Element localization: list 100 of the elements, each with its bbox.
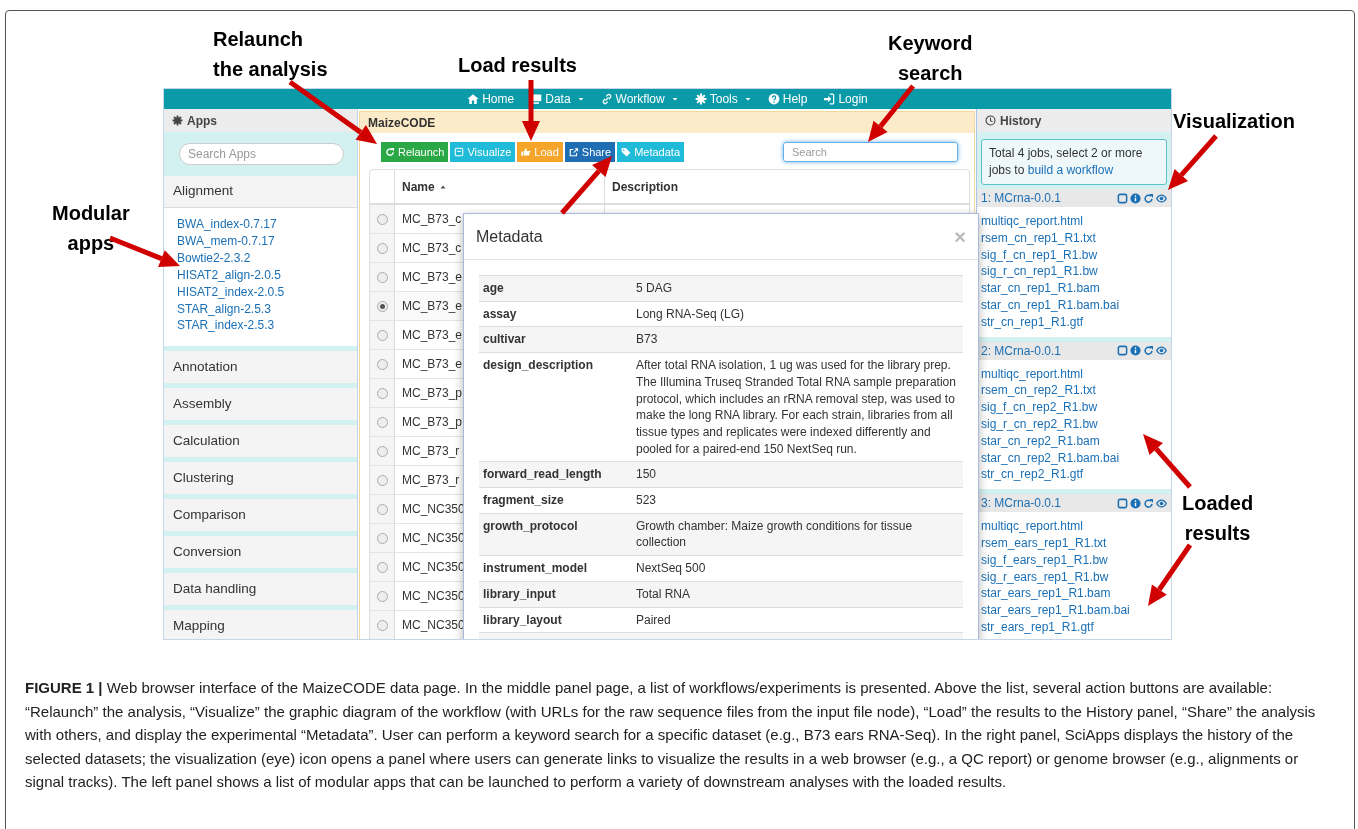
file-link[interactable]: str_cn_rep2_R1.gtf bbox=[981, 466, 1084, 484]
panel-header: MaizeCODE bbox=[360, 112, 974, 133]
radio-button[interactable] bbox=[376, 532, 388, 544]
category-header[interactable]: Calculation bbox=[164, 425, 357, 458]
nav-link[interactable]: Login bbox=[823, 90, 868, 108]
info-icon[interactable] bbox=[1130, 345, 1141, 357]
file-link[interactable]: star_cn_rep2_R1.bam.bai bbox=[981, 449, 1120, 467]
nav-link[interactable]: Workflow bbox=[600, 90, 679, 108]
table-cell-text: MC_B73_c bbox=[402, 211, 462, 228]
table-cell-text: B73 bbox=[635, 331, 659, 349]
category-header[interactable]: Mapping bbox=[164, 610, 357, 639]
table-cell-text: MC_B73_e bbox=[402, 356, 463, 373]
table-cell-text: fragment_size bbox=[482, 492, 565, 510]
file-link[interactable]: rsem_cn_rep1_R1.txt bbox=[981, 229, 1096, 247]
checkbox-icon[interactable] bbox=[1117, 345, 1128, 357]
radio-button[interactable] bbox=[376, 619, 388, 631]
table-cell-text: forward_read_length bbox=[482, 466, 603, 484]
file-link[interactable]: star_ears_rep1_R1.bam.bai bbox=[981, 602, 1130, 619]
table-cell-text: MC_B73_p bbox=[402, 414, 463, 431]
table-cell-text: assay bbox=[482, 305, 518, 323]
refresh-icon[interactable] bbox=[1143, 345, 1154, 357]
nav-link[interactable]: Home bbox=[467, 90, 515, 108]
app-link[interactable]: Bowtie2-2.3.2 bbox=[177, 249, 251, 267]
file-link[interactable]: rsem_cn_rep2_R1.txt bbox=[981, 382, 1096, 400]
file-link[interactable]: star_cn_rep1_R1.bam bbox=[981, 280, 1100, 297]
file-link[interactable]: sig_f_cn_rep1_R1.bw bbox=[981, 246, 1098, 264]
column-header[interactable]: Description bbox=[612, 177, 678, 196]
file-link[interactable]: star_cn_rep2_R1.bam bbox=[981, 432, 1100, 450]
nav-link[interactable]: Help bbox=[767, 90, 808, 108]
refresh-icon[interactable] bbox=[1143, 497, 1154, 509]
file-link[interactable]: multiqc_report.html bbox=[981, 518, 1084, 535]
file-link[interactable]: sig_r_ears_rep1_R1.bw bbox=[981, 568, 1109, 586]
checkbox-icon[interactable] bbox=[1117, 497, 1128, 509]
category-header[interactable]: Annotation bbox=[164, 351, 357, 384]
gear-icon bbox=[694, 93, 707, 105]
category-header[interactable]: Assembly bbox=[164, 388, 357, 421]
radio-button[interactable] bbox=[376, 387, 388, 399]
app-link[interactable]: STAR_index-2.5.3 bbox=[177, 317, 275, 335]
app-link[interactable]: HISAT2_index-2.0.5 bbox=[177, 283, 285, 301]
radio-button[interactable] bbox=[376, 474, 388, 486]
table-cell-text: 5 DAG bbox=[635, 280, 673, 297]
info-icon[interactable] bbox=[1130, 497, 1141, 509]
file-link[interactable]: str_ears_rep1_R1.gtf bbox=[981, 618, 1094, 636]
file-link[interactable]: star_cn_rep1_R1.bam.bai bbox=[981, 297, 1120, 314]
radio-button[interactable] bbox=[376, 300, 388, 312]
home-icon bbox=[467, 93, 480, 105]
category-header[interactable]: Data handling bbox=[164, 573, 357, 606]
radio-button[interactable] bbox=[376, 358, 388, 370]
toolbar-button[interactable]: Relaunch bbox=[381, 142, 449, 162]
toolbar-button[interactable]: Share bbox=[564, 142, 616, 162]
file-link[interactable]: sig_r_cn_rep1_R1.bw bbox=[981, 263, 1098, 281]
file-link[interactable]: sig_f_cn_rep2_R1.bw bbox=[981, 399, 1098, 416]
eye-icon[interactable] bbox=[1156, 192, 1167, 204]
refresh-icon[interactable] bbox=[1143, 192, 1154, 204]
radio-button[interactable] bbox=[376, 329, 388, 341]
radio-button[interactable] bbox=[376, 561, 388, 573]
table-cell-text: Paired bbox=[635, 611, 672, 629]
category-header[interactable]: Conversion bbox=[164, 536, 357, 569]
app-link[interactable]: BWA_index-0.7.17 bbox=[177, 216, 277, 233]
file-link[interactable]: multiqc_report.html bbox=[981, 213, 1084, 230]
search-field[interactable]: Search Apps bbox=[179, 143, 344, 165]
table-cell-text: MC_B73_e bbox=[402, 327, 463, 344]
search-field[interactable]: Search bbox=[783, 142, 958, 162]
table-cell-text: MC_B73_e bbox=[402, 269, 463, 286]
radio-button[interactable] bbox=[376, 445, 388, 457]
figure-caption: FIGURE 1 | Web browser interface of the MaizeCODE data page. In the middle panel page, a list of workflows/experiments is presented. Above the list, several action buttons are available: “Relaunch” the analysis, “Visualize” the graphic diagram of the workflow (with URLs for the raw sequence files from the input file node), “Load” the results to the History panel, “Share” the analysis with others, and display the experimental “Metadata”. User can perform a keyword search for a specific dataset (e.g., B73 ears RNA-Seq). In the right panel, SciApps displays the history of the selected datasets; the visualization (eye) icon opens a panel where users can generate links to visualize the results in a web browser (e.g., a QC report) or genome browser (e.g., alignments or signal tracks). The left panel shows a list of modular apps that can be launched to perform a variety of downstream analyses with the loaded results. bbox=[25, 678, 1317, 793]
nav-link[interactable]: Tools bbox=[694, 90, 752, 108]
file-link[interactable]: rsem_ears_rep1_R1.txt bbox=[981, 534, 1107, 552]
file-link[interactable]: sig_f_ears_rep1_R1.bw bbox=[981, 551, 1108, 569]
panel-header: Apps bbox=[164, 109, 357, 132]
window-icon bbox=[454, 147, 465, 157]
app-link[interactable]: HISAT2_align-2.0.5 bbox=[177, 266, 281, 284]
table-cell-text: design_description bbox=[482, 357, 595, 375]
hand-icon bbox=[521, 147, 532, 157]
table-cell-text: MC_NC350 bbox=[402, 530, 465, 547]
category-header[interactable]: Comparison bbox=[164, 499, 357, 532]
radio-button[interactable] bbox=[376, 213, 388, 225]
radio-button[interactable] bbox=[376, 590, 388, 602]
arrow bbox=[1148, 543, 1193, 606]
radio-button[interactable] bbox=[376, 242, 388, 254]
category-header[interactable]: Clustering bbox=[164, 462, 357, 495]
radio-button[interactable] bbox=[376, 271, 388, 283]
table-cell-text: 150 bbox=[635, 466, 658, 484]
category-header[interactable]: Alignment bbox=[164, 176, 357, 208]
radio-button[interactable] bbox=[376, 503, 388, 515]
app-link[interactable]: STAR_align-2.5.3 bbox=[177, 300, 271, 318]
info-icon[interactable] bbox=[1130, 192, 1141, 204]
app-link[interactable]: BWA_mem-0.7.17 bbox=[177, 232, 275, 250]
eye-icon[interactable] bbox=[1156, 497, 1167, 509]
column-header[interactable]: Name bbox=[402, 177, 435, 196]
file-link[interactable]: multiqc_report.html bbox=[981, 365, 1084, 383]
file-link[interactable]: str_cn_rep1_R1.gtf bbox=[981, 313, 1084, 331]
workflow-link[interactable]: build a workflow bbox=[1027, 163, 1114, 177]
checkbox-icon[interactable] bbox=[1117, 192, 1128, 204]
radio-button[interactable] bbox=[376, 416, 388, 428]
file-link[interactable]: star_ears_rep1_R1.bam bbox=[981, 585, 1111, 603]
file-link[interactable]: sig_r_cn_rep2_R1.bw bbox=[981, 415, 1098, 433]
table-cell-text: MC_B73_p bbox=[402, 385, 463, 402]
eye-icon[interactable] bbox=[1156, 345, 1167, 357]
nav-link[interactable]: Data bbox=[530, 90, 585, 108]
